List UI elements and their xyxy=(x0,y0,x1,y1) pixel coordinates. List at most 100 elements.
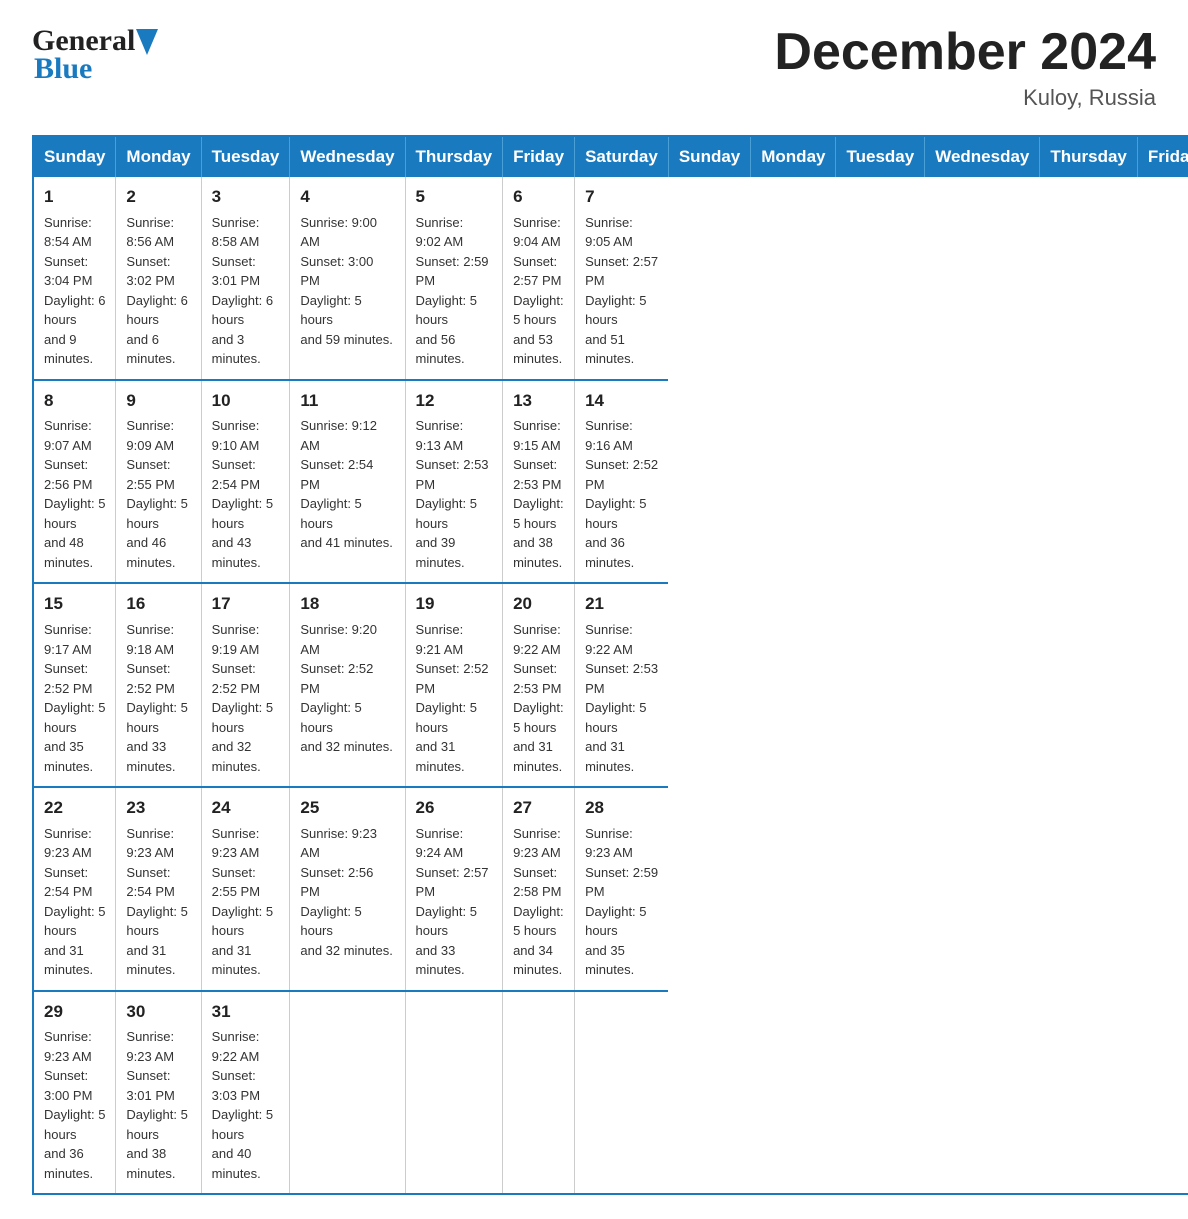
day-info: Sunrise: 9:18 AMSunset: 2:52 PMDaylight:… xyxy=(126,620,190,776)
day-number: 5 xyxy=(416,185,493,210)
day-info: Sunrise: 9:20 AMSunset: 2:52 PMDaylight:… xyxy=(300,620,394,757)
day-number: 19 xyxy=(416,592,493,617)
day-info: Sunrise: 8:58 AMSunset: 3:01 PMDaylight:… xyxy=(212,213,280,369)
day-info: Sunrise: 9:17 AMSunset: 2:52 PMDaylight:… xyxy=(44,620,105,776)
header-wednesday: Wednesday xyxy=(290,136,405,177)
calendar-cell: 30Sunrise: 9:23 AMSunset: 3:01 PMDayligh… xyxy=(116,991,201,1195)
day-info: Sunrise: 9:22 AMSunset: 2:53 PMDaylight:… xyxy=(585,620,658,776)
day-number: 14 xyxy=(585,389,658,414)
calendar-cell: 11Sunrise: 9:12 AMSunset: 2:54 PMDayligh… xyxy=(290,380,405,584)
day-number: 2 xyxy=(126,185,190,210)
day-info: Sunrise: 9:02 AMSunset: 2:59 PMDaylight:… xyxy=(416,213,493,369)
day-number: 13 xyxy=(513,389,564,414)
header-day-friday: Friday xyxy=(1137,136,1188,177)
logo-arrow-icon xyxy=(136,29,158,55)
day-info: Sunrise: 9:12 AMSunset: 2:54 PMDaylight:… xyxy=(300,416,394,553)
day-number: 12 xyxy=(416,389,493,414)
day-info: Sunrise: 9:04 AMSunset: 2:57 PMDaylight:… xyxy=(513,213,564,369)
calendar-cell: 7Sunrise: 9:05 AMSunset: 2:57 PMDaylight… xyxy=(575,177,669,380)
calendar-cell: 9Sunrise: 9:09 AMSunset: 2:55 PMDaylight… xyxy=(116,380,201,584)
calendar-table: SundayMondayTuesdayWednesdayThursdayFrid… xyxy=(32,135,1188,1195)
day-info: Sunrise: 9:15 AMSunset: 2:53 PMDaylight:… xyxy=(513,416,564,572)
header-tuesday: Tuesday xyxy=(201,136,290,177)
calendar-cell xyxy=(290,991,405,1195)
calendar-cell: 24Sunrise: 9:23 AMSunset: 2:55 PMDayligh… xyxy=(201,787,290,991)
title-area: December 2024 Kuloy, Russia xyxy=(774,24,1156,111)
day-number: 10 xyxy=(212,389,280,414)
day-number: 24 xyxy=(212,796,280,821)
calendar-cell: 20 Sunrise: 9:22 AMSunset: 2:53 PMDayligh… xyxy=(503,583,575,787)
day-number: 3 xyxy=(212,185,280,210)
calendar-cell: 21 Sunrise: 9:22 AMSunset: 2:53 PMDayligh… xyxy=(575,583,669,787)
calendar-cell: 5 Sunrise: 9:02 AMSunset: 2:59 PMDaylight… xyxy=(405,177,503,380)
logo: General Blue xyxy=(32,24,158,86)
calendar-cell: 13Sunrise: 9:15 AMSunset: 2:53 PMDayligh… xyxy=(503,380,575,584)
calendar-cell: 16 Sunrise: 9:18 AMSunset: 2:52 PMDayligh… xyxy=(116,583,201,787)
week-row-1: 1Sunrise: 8:54 AMSunset: 3:04 PMDaylight… xyxy=(33,177,1188,380)
calendar-cell: 19 Sunrise: 9:21 AMSunset: 2:52 PMDayligh… xyxy=(405,583,503,787)
location-subtitle: Kuloy, Russia xyxy=(774,85,1156,111)
day-info: Sunrise: 9:23 AMSunset: 3:01 PMDaylight:… xyxy=(126,1027,190,1183)
calendar-cell: 8Sunrise: 9:07 AMSunset: 2:56 PMDaylight… xyxy=(33,380,116,584)
calendar-cell xyxy=(575,991,669,1195)
day-number: 16 xyxy=(126,592,190,617)
day-number: 15 xyxy=(44,592,105,617)
calendar-cell xyxy=(503,991,575,1195)
day-number: 9 xyxy=(126,389,190,414)
week-row-5: 29Sunrise: 9:23 AMSunset: 3:00 PMDayligh… xyxy=(33,991,1188,1195)
calendar-cell: 6 Sunrise: 9:04 AMSunset: 2:57 PMDaylight… xyxy=(503,177,575,380)
calendar-cell: 26Sunrise: 9:24 AMSunset: 2:57 PMDayligh… xyxy=(405,787,503,991)
calendar-cell: 25 Sunrise: 9:23 AMSunset: 2:56 PMDayligh… xyxy=(290,787,405,991)
day-number: 18 xyxy=(300,592,394,617)
calendar-cell: 3 Sunrise: 8:58 AMSunset: 3:01 PMDaylight… xyxy=(201,177,290,380)
header-thursday: Thursday xyxy=(405,136,503,177)
day-info: Sunrise: 9:07 AMSunset: 2:56 PMDaylight:… xyxy=(44,416,105,572)
day-info: Sunrise: 9:10 AMSunset: 2:54 PMDaylight:… xyxy=(212,416,280,572)
day-number: 6 xyxy=(513,185,564,210)
day-info: Sunrise: 9:05 AMSunset: 2:57 PMDaylight:… xyxy=(585,213,658,369)
calendar-cell xyxy=(405,991,503,1195)
day-info: Sunrise: 9:19 AMSunset: 2:52 PMDaylight:… xyxy=(212,620,280,776)
calendar-cell: 28Sunrise: 9:23 AMSunset: 2:59 PMDayligh… xyxy=(575,787,669,991)
day-info: Sunrise: 9:24 AMSunset: 2:57 PMDaylight:… xyxy=(416,824,493,980)
day-info: Sunrise: 9:23 AMSunset: 2:58 PMDaylight:… xyxy=(513,824,564,980)
day-info: Sunrise: 9:13 AMSunset: 2:53 PMDaylight:… xyxy=(416,416,493,572)
day-number: 31 xyxy=(212,1000,280,1025)
day-info: Sunrise: 9:22 AMSunset: 3:03 PMDaylight:… xyxy=(212,1027,280,1183)
day-number: 20 xyxy=(513,592,564,617)
header-friday: Friday xyxy=(503,136,575,177)
calendar-cell: 31Sunrise: 9:22 AMSunset: 3:03 PMDayligh… xyxy=(201,991,290,1195)
calendar-header-row: SundayMondayTuesdayWednesdayThursdayFrid… xyxy=(33,136,1188,177)
calendar-cell: 10Sunrise: 9:10 AMSunset: 2:54 PMDayligh… xyxy=(201,380,290,584)
header-day-monday: Monday xyxy=(751,136,836,177)
day-number: 28 xyxy=(585,796,658,821)
day-info: Sunrise: 9:09 AMSunset: 2:55 PMDaylight:… xyxy=(126,416,190,572)
calendar-cell: 23 Sunrise: 9:23 AMSunset: 2:54 PMDayligh… xyxy=(116,787,201,991)
calendar-cell: 22Sunrise: 9:23 AMSunset: 2:54 PMDayligh… xyxy=(33,787,116,991)
day-info: Sunrise: 9:21 AMSunset: 2:52 PMDaylight:… xyxy=(416,620,493,776)
day-info: Sunrise: 9:23 AMSunset: 3:00 PMDaylight:… xyxy=(44,1027,105,1183)
header-day-wednesday: Wednesday xyxy=(925,136,1040,177)
day-number: 25 xyxy=(300,796,394,821)
header-day-thursday: Thursday xyxy=(1040,136,1138,177)
day-info: Sunrise: 9:16 AMSunset: 2:52 PMDaylight:… xyxy=(585,416,658,572)
day-info: Sunrise: 9:22 AMSunset: 2:53 PMDaylight:… xyxy=(513,620,564,776)
day-number: 23 xyxy=(126,796,190,821)
day-number: 8 xyxy=(44,389,105,414)
day-info: Sunrise: 9:23 AMSunset: 2:54 PMDaylight:… xyxy=(44,824,105,980)
day-number: 30 xyxy=(126,1000,190,1025)
calendar-cell: 18 Sunrise: 9:20 AMSunset: 2:52 PMDayligh… xyxy=(290,583,405,787)
calendar-cell: 12Sunrise: 9:13 AMSunset: 2:53 PMDayligh… xyxy=(405,380,503,584)
day-info: Sunrise: 9:00 AMSunset: 3:00 PMDaylight:… xyxy=(300,213,394,350)
header-day-tuesday: Tuesday xyxy=(836,136,925,177)
day-number: 11 xyxy=(300,389,394,414)
calendar-cell: 1Sunrise: 8:54 AMSunset: 3:04 PMDaylight… xyxy=(33,177,116,380)
day-info: Sunrise: 9:23 AMSunset: 2:56 PMDaylight:… xyxy=(300,824,394,961)
day-number: 17 xyxy=(212,592,280,617)
calendar-cell: 4Sunrise: 9:00 AMSunset: 3:00 PMDaylight… xyxy=(290,177,405,380)
calendar-cell: 17 Sunrise: 9:19 AMSunset: 2:52 PMDayligh… xyxy=(201,583,290,787)
day-number: 21 xyxy=(585,592,658,617)
week-row-4: 22Sunrise: 9:23 AMSunset: 2:54 PMDayligh… xyxy=(33,787,1188,991)
day-info: Sunrise: 9:23 AMSunset: 2:54 PMDaylight:… xyxy=(126,824,190,980)
week-row-2: 8Sunrise: 9:07 AMSunset: 2:56 PMDaylight… xyxy=(33,380,1188,584)
